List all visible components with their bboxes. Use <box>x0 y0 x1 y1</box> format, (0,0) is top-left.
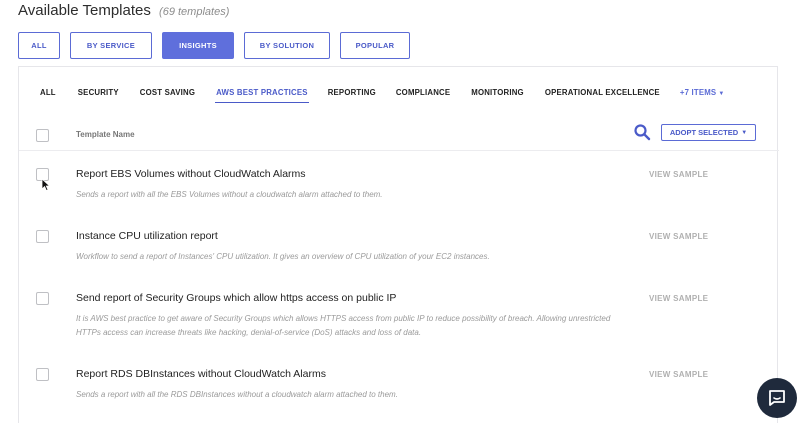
filter-popular-button[interactable]: POPULAR <box>340 32 410 59</box>
template-title[interactable]: Instance CPU utilization report <box>76 230 218 242</box>
tab-compliance[interactable]: COMPLIANCE <box>396 88 450 104</box>
more-items-dropdown[interactable]: +7 ITEMS ▼ <box>680 88 725 104</box>
chat-button[interactable] <box>757 378 797 418</box>
row-checkbox[interactable] <box>36 230 49 243</box>
row-checkbox[interactable] <box>36 368 49 381</box>
template-title[interactable]: Report EBS Volumes without CloudWatch Al… <box>76 168 306 180</box>
adopt-selected-button[interactable]: ADOPT SELECTED ▼ <box>661 124 756 141</box>
cursor-icon <box>41 178 51 192</box>
chat-icon <box>769 390 785 406</box>
caret-down-icon: ▼ <box>718 91 725 97</box>
template-title[interactable]: Report RDS DBInstances without CloudWatc… <box>76 368 326 380</box>
filter-buttons: ALL BY SERVICE INSIGHTS BY SOLUTION POPU… <box>18 32 410 59</box>
tab-operational-excellence[interactable]: OPERATIONAL EXCELLENCE <box>545 88 660 104</box>
caret-down-icon: ▼ <box>741 129 748 136</box>
tab-reporting[interactable]: REPORTING <box>328 88 376 104</box>
filter-by-solution-button[interactable]: BY SOLUTION <box>244 32 330 59</box>
column-template-name: Template Name <box>76 130 135 139</box>
row-checkbox[interactable] <box>36 292 49 305</box>
template-description: Sends a report with all the RDS DBInstan… <box>76 390 398 399</box>
search-icon[interactable] <box>633 123 651 141</box>
filter-by-service-button[interactable]: BY SERVICE <box>70 32 152 59</box>
tab-security[interactable]: SECURITY <box>78 88 119 104</box>
adopt-selected-label: ADOPT SELECTED <box>669 128 739 137</box>
table-header: Template Name ADOPT SELECTED ▼ <box>19 123 779 151</box>
view-sample-link[interactable]: VIEW SAMPLE <box>649 370 708 379</box>
template-description: Sends a report with all the EBS Volumes … <box>76 190 383 199</box>
filter-insights-button[interactable]: INSIGHTS <box>162 32 234 59</box>
select-all-checkbox[interactable] <box>36 129 49 142</box>
filter-all-button[interactable]: ALL <box>18 32 60 59</box>
category-tabs: ALL SECURITY COST SAVING AWS BEST PRACTI… <box>40 88 724 104</box>
page-title: Available Templates <box>18 2 151 19</box>
templates-panel: ALL SECURITY COST SAVING AWS BEST PRACTI… <box>18 66 779 423</box>
tab-all[interactable]: ALL <box>40 88 56 104</box>
template-title[interactable]: Send report of Security Groups which all… <box>76 292 396 304</box>
more-items-label: +7 ITEMS <box>679 88 717 97</box>
template-count: (69 templates) <box>159 6 230 18</box>
template-description: It is AWS best practice to get aware of … <box>76 314 611 337</box>
page-heading: Available Templates (69 templates) <box>18 2 229 19</box>
template-description: Workflow to send a report of Instances' … <box>76 252 490 261</box>
tab-aws-best-practices[interactable]: AWS BEST PRACTICES <box>215 88 309 104</box>
view-sample-link[interactable]: VIEW SAMPLE <box>649 294 708 303</box>
tab-cost-saving[interactable]: COST SAVING <box>140 88 195 104</box>
view-sample-link[interactable]: VIEW SAMPLE <box>649 170 708 179</box>
tab-monitoring[interactable]: MONITORING <box>471 88 524 104</box>
view-sample-link[interactable]: VIEW SAMPLE <box>649 232 708 241</box>
